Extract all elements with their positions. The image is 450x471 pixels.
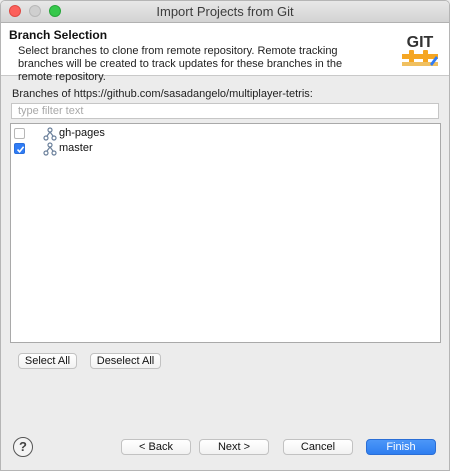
branch-name: gh-pages: [59, 127, 105, 139]
branch-row-master[interactable]: master: [11, 141, 440, 157]
branch-row-gh-pages[interactable]: gh-pages: [11, 126, 440, 142]
wizard-header: Branch Selection Select branches to clon…: [1, 23, 449, 83]
help-icon[interactable]: ?: [13, 437, 33, 457]
checkmark-icon: [16, 146, 25, 154]
branch-checkbox-master[interactable]: [14, 143, 25, 154]
page-description: Select branches to clone from remote rep…: [18, 45, 343, 83]
page-title: Branch Selection: [9, 28, 108, 42]
git-logo-text: GIT: [407, 34, 434, 51]
select-all-button[interactable]: Select All: [18, 353, 77, 369]
cancel-button[interactable]: Cancel: [283, 439, 353, 455]
branch-icon: [43, 127, 57, 141]
import-dialog: Import Projects from Git Branch Selectio…: [0, 0, 450, 471]
branch-filter-input[interactable]: [11, 103, 439, 119]
window-title: Import Projects from Git: [156, 4, 294, 19]
branch-icon: [43, 142, 57, 156]
branch-name: master: [59, 142, 93, 154]
git-logo-icon: GIT: [400, 29, 440, 71]
branch-checkbox-gh-pages[interactable]: [14, 128, 25, 139]
branches-label: Branches of https://github.com/sasadange…: [12, 88, 313, 100]
branch-list[interactable]: gh-pages master: [10, 123, 441, 343]
deselect-all-button[interactable]: Deselect All: [90, 353, 161, 369]
back-button[interactable]: < Back: [121, 439, 191, 455]
finish-button[interactable]: Finish: [366, 439, 436, 455]
next-button[interactable]: Next >: [199, 439, 269, 455]
title-bar[interactable]: Import Projects from Git: [1, 1, 449, 23]
